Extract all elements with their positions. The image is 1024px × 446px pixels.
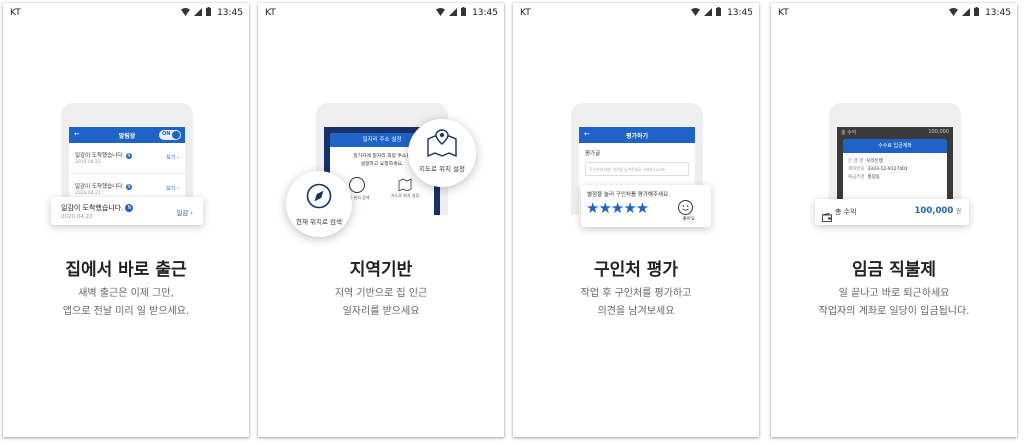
battery-icon xyxy=(974,7,980,19)
card-total-amount: 100,000 xyxy=(914,206,954,216)
page-title: 임금 직불제 xyxy=(851,260,937,280)
row-message: 일감이 도착했습니다. xyxy=(75,153,125,159)
rating-prompt: 별점을 눌러 구인처를 평가해주세요. xyxy=(587,192,670,198)
bubble-label: 지도로 위치 설정 xyxy=(419,165,465,173)
description-line-2: 의견을 남겨보세요 xyxy=(597,306,675,317)
carrier-label: KT xyxy=(520,8,531,18)
bubble-label: 현재 위치로 검색 xyxy=(296,218,342,226)
clock: 13:45 xyxy=(985,8,1011,18)
map-location-option: 지도로 위치 설정 xyxy=(391,177,419,201)
map-pin-icon xyxy=(427,129,457,157)
total-earnings-card: 총 수익 100,000 원 xyxy=(815,199,969,225)
signal-icon xyxy=(704,7,713,19)
review-input: 구인처에 대한 의견을 남겨주세요. (최대 100자) xyxy=(585,162,689,176)
description-line-1: 새벽 출근은 이제 그만, xyxy=(78,288,174,299)
currency-unit: 원 xyxy=(955,209,961,215)
card-date: 2020.04.22 xyxy=(61,214,93,220)
field-key: 예금주명 xyxy=(848,175,865,180)
card-total-label: 총 수익 xyxy=(835,208,857,216)
field-key: 은 행 명 xyxy=(848,159,864,164)
battery-icon xyxy=(461,7,467,19)
appbar-title: 평가하기 xyxy=(625,133,649,140)
carrier-label: KT xyxy=(10,8,21,18)
field-row: 은 행 명 우리은행 xyxy=(848,158,942,166)
description-line-1: 작업 후 구인처를 평가하고 xyxy=(580,288,692,299)
page-description: 지역 기반으로 집 인근 일자리를 받으세요 xyxy=(258,285,504,321)
card-message: 일감이 도착했습니다. xyxy=(61,204,124,212)
page-title: 집에서 바로 출근 xyxy=(65,260,187,280)
toggle-label: ON xyxy=(162,131,171,137)
onboarding-screen-4: KT 13:45 총 수익 100,000 수수료 입금계좌 은 행 명 우리은… xyxy=(771,3,1017,437)
row-action: 보기 xyxy=(166,186,176,192)
card-action: 일감 xyxy=(176,209,189,217)
clock: 13:45 xyxy=(727,8,753,18)
row-date: 2020.04.21 xyxy=(75,191,101,196)
onboarding-screen-3: KT 13:45 ← 평가하기 평가글 구인처에 대한 의견을 남겨주세요. (… xyxy=(513,3,759,437)
row-action: 보기 xyxy=(166,155,176,161)
smiley-label: 좋아요 xyxy=(682,217,695,222)
compass-icon xyxy=(349,177,366,193)
current-location-bubble: 현재 위치로 검색 xyxy=(286,171,352,237)
page-title: 구인처 평가 xyxy=(593,260,679,280)
dimmed-header: 총 수익 100,000 xyxy=(837,127,953,137)
description-line-2: 일자리를 받으세요 xyxy=(342,306,420,317)
bg-total-label: 총 수익 xyxy=(841,130,857,136)
app-bar: ← 알림장 ON xyxy=(69,127,185,143)
onboarding-screen-2: KT 13:45 일자리 주소 설정 일거자에 일자리 희망 주소를 설정하고 … xyxy=(258,3,504,437)
status-bar: KT 13:45 xyxy=(771,3,1017,23)
page-description: 새벽 출근은 이제 그만, 앱으로 전날 미리 일 받으세요. xyxy=(3,285,249,321)
description-line-2: 작업자의 계좌로 일당이 입금됩니다. xyxy=(818,306,970,317)
notification-card: 일감이 도착했습니다. N 2020.04.22 일감 › xyxy=(51,197,203,225)
row-date: 2020.04.22 xyxy=(75,160,101,165)
signal-icon xyxy=(449,7,458,19)
list-item: 일감이 도착했습니다. N 2020.04.22 보기 › xyxy=(69,143,185,174)
clock: 13:45 xyxy=(217,8,243,18)
field-row: 예금주명 홍길동 xyxy=(848,174,942,182)
row-message: 일감이 도착했습니다. xyxy=(75,184,125,190)
page-description: 일 끝나고 바로 퇴근하세요 작업자의 계좌로 일당이 입금됩니다. xyxy=(771,285,1017,321)
signal-icon xyxy=(194,7,203,19)
page-title: 지역기반 xyxy=(349,260,413,280)
wifi-icon xyxy=(691,7,701,19)
description-line-1: 일 끝나고 바로 퇴근하세요 xyxy=(838,288,950,299)
carrier-label: KT xyxy=(778,8,789,18)
onboarding-screen-1: KT 13:45 ← 알림장 ON 일감이 도착했습니다. N 2020.04.2… xyxy=(3,3,249,437)
map-icon xyxy=(398,177,412,192)
wifi-icon xyxy=(949,7,959,19)
new-badge: N xyxy=(126,152,133,159)
new-badge: N xyxy=(125,204,134,212)
field-key: 계좌번호 xyxy=(848,167,865,172)
rating-card: 별점을 눌러 구인처를 평가해주세요. ★★★★★ 좋아요 xyxy=(581,185,711,227)
field-value: 우리은행 xyxy=(866,159,883,164)
map-location-bubble: 지도로 위치 설정 xyxy=(408,119,476,187)
sheet-title: 수수료 입금계좌 xyxy=(843,139,947,153)
notification-toggle: ON xyxy=(159,130,181,140)
app-bar: ← 평가하기 xyxy=(579,127,695,143)
description-line-2: 앱으로 전날 미리 일 받으세요. xyxy=(62,306,190,317)
battery-icon xyxy=(206,7,212,19)
star-rating: ★★★★★ xyxy=(586,199,649,217)
status-bar: KT 13:45 xyxy=(3,3,249,23)
compass-icon xyxy=(306,183,332,209)
description-line-1: 지역 기반으로 집 인근 xyxy=(334,288,428,299)
status-bar: KT 13:45 xyxy=(513,3,759,23)
status-bar: KT 13:45 xyxy=(258,3,504,23)
bg-total-amount: 100,000 xyxy=(928,129,949,135)
wifi-icon xyxy=(436,7,446,19)
field-row: 계좌번호 3333-12-9127401 xyxy=(848,166,942,174)
new-badge: N xyxy=(126,183,133,190)
option-label: 지도로 위치 설정 xyxy=(390,193,420,198)
clock: 13:45 xyxy=(472,8,498,18)
carrier-label: KT xyxy=(265,8,276,18)
page-description: 작업 후 구인처를 평가하고 의견을 남겨보세요 xyxy=(513,285,759,321)
field-value: 3333-12-9127401 xyxy=(867,167,908,172)
wifi-icon xyxy=(181,7,191,19)
battery-icon xyxy=(716,7,722,19)
field-value: 홍길동 xyxy=(867,175,880,180)
signal-icon xyxy=(962,7,971,19)
smiley-icon xyxy=(678,200,693,215)
wallet-icon xyxy=(822,207,832,226)
review-label: 평가글 xyxy=(585,151,601,157)
